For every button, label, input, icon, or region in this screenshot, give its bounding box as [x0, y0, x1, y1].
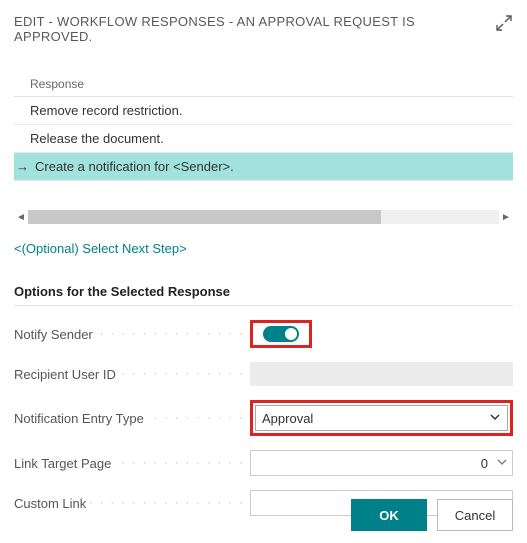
select-next-step-link[interactable]: <(Optional) Select Next Step>	[14, 241, 187, 256]
highlight-box	[250, 320, 312, 348]
custom-link-label: Custom Link	[14, 496, 250, 511]
toggle-knob	[285, 328, 297, 340]
recipient-user-id-label: Recipient User ID	[14, 367, 250, 382]
expand-icon[interactable]	[495, 14, 513, 35]
response-row[interactable]: Remove record restriction.	[14, 97, 513, 125]
response-text: Remove record restriction.	[30, 103, 182, 118]
scroll-track[interactable]	[28, 210, 499, 224]
notify-sender-label: Notify Sender	[14, 327, 250, 342]
scroll-thumb[interactable]	[28, 210, 381, 224]
response-column-header: Response	[14, 72, 513, 97]
horizontal-scrollbar[interactable]: ◄ ►	[14, 209, 513, 225]
ok-button[interactable]: OK	[351, 499, 427, 531]
arrow-right-icon: →	[16, 159, 29, 174]
chevron-down-icon[interactable]	[496, 456, 508, 471]
cancel-button[interactable]: Cancel	[437, 499, 513, 531]
scroll-right-icon[interactable]: ►	[499, 212, 513, 223]
recipient-user-id-input	[250, 362, 513, 386]
response-row-selected[interactable]: → Create a notification for <Sender>.	[14, 153, 513, 181]
input-value: 0	[481, 456, 488, 471]
response-text: Create a notification for <Sender>.	[35, 159, 234, 174]
link-target-page-label: Link Target Page	[14, 456, 250, 471]
notify-sender-toggle[interactable]	[263, 326, 299, 342]
link-target-page-input[interactable]: 0	[250, 450, 513, 476]
chevron-down-icon	[489, 411, 501, 426]
response-row[interactable]: Release the document.	[14, 125, 513, 153]
dialog-title: EDIT - WORKFLOW RESPONSES - AN APPROVAL …	[14, 14, 495, 44]
response-text: Release the document.	[30, 131, 164, 146]
notification-entry-type-select[interactable]: Approval	[255, 405, 508, 431]
highlight-box: Approval	[250, 400, 513, 436]
options-section-title: Options for the Selected Response	[14, 284, 513, 306]
select-value: Approval	[262, 411, 313, 426]
scroll-left-icon[interactable]: ◄	[14, 212, 28, 223]
notification-entry-type-label: Notification Entry Type	[14, 411, 250, 426]
response-list: Remove record restriction. Release the d…	[14, 97, 513, 181]
